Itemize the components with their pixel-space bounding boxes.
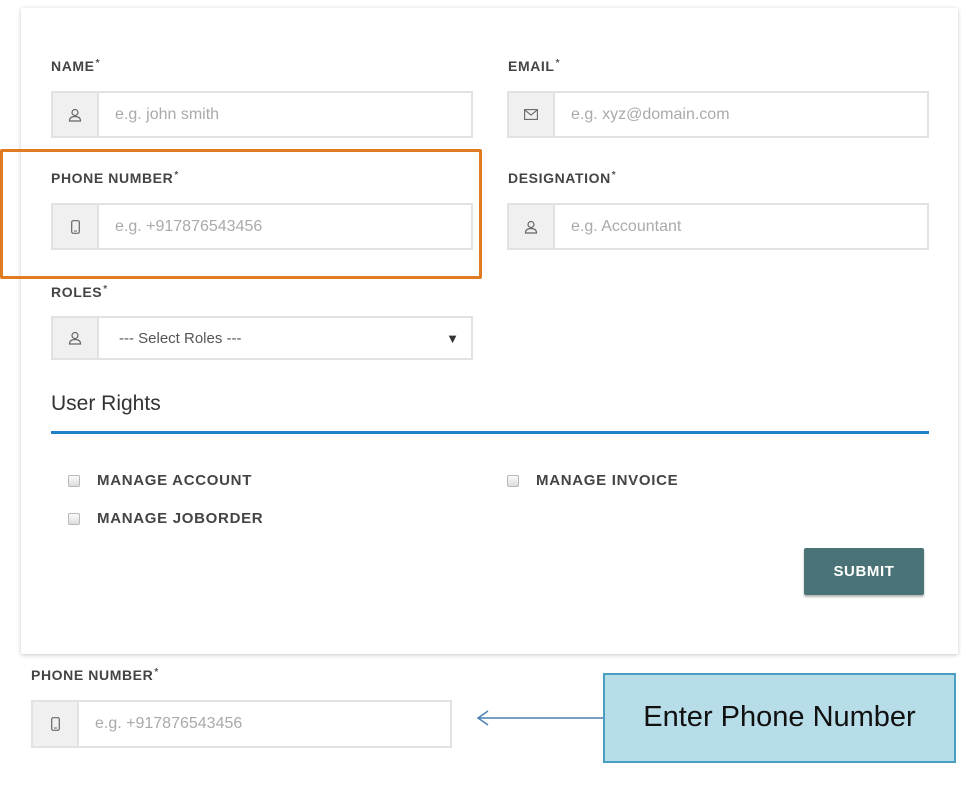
envelope-icon [509,93,555,136]
checkbox-label: MANAGE JOBORDER [97,510,264,527]
checkbox-manage-joborder[interactable]: MANAGE JOBORDER [68,510,263,527]
checkbox-label: MANAGE ACCOUNT [97,472,253,489]
callout-text: Enter Phone Number [643,701,916,734]
roles-select[interactable]: --- Select Roles --- ▼ [99,318,471,358]
arrow-left-icon [476,710,604,726]
caret-down-icon: ▼ [446,330,459,346]
designation-field [507,203,929,250]
name-label: NAME* [51,58,101,74]
checkbox-icon[interactable] [68,512,80,525]
user-icon [509,205,555,248]
designation-label: DESIGNATION* [508,170,617,186]
email-label: EMAIL* [508,58,561,74]
checkbox-manage-invoice[interactable]: MANAGE INVOICE [507,472,678,489]
mobile-icon [33,702,79,746]
roles-field: --- Select Roles --- ▼ [51,316,473,360]
zoom-phone-field [31,700,452,748]
checkbox-icon[interactable] [507,474,519,487]
phone-highlight-box [0,149,482,279]
email-field [507,91,929,138]
name-field [51,91,473,138]
zoom-phone-label: PHONE NUMBER* [31,667,159,683]
checkbox-label: MANAGE INVOICE [536,472,679,489]
user-icon [53,93,99,136]
user-icon [53,318,99,358]
callout-box: Enter Phone Number [603,673,956,763]
roles-label: ROLES* [51,284,108,300]
user-rights-title: User Rights [51,392,161,415]
checkbox-manage-account[interactable]: MANAGE ACCOUNT [68,472,252,489]
email-input[interactable] [555,93,927,136]
designation-input[interactable] [555,205,927,248]
submit-button[interactable]: SUBMIT [804,548,924,595]
roles-select-value: --- Select Roles --- [119,329,242,347]
checkbox-icon[interactable] [68,474,80,487]
name-input[interactable] [99,93,471,136]
zoom-phone-input[interactable] [79,702,450,746]
section-divider [51,431,929,434]
